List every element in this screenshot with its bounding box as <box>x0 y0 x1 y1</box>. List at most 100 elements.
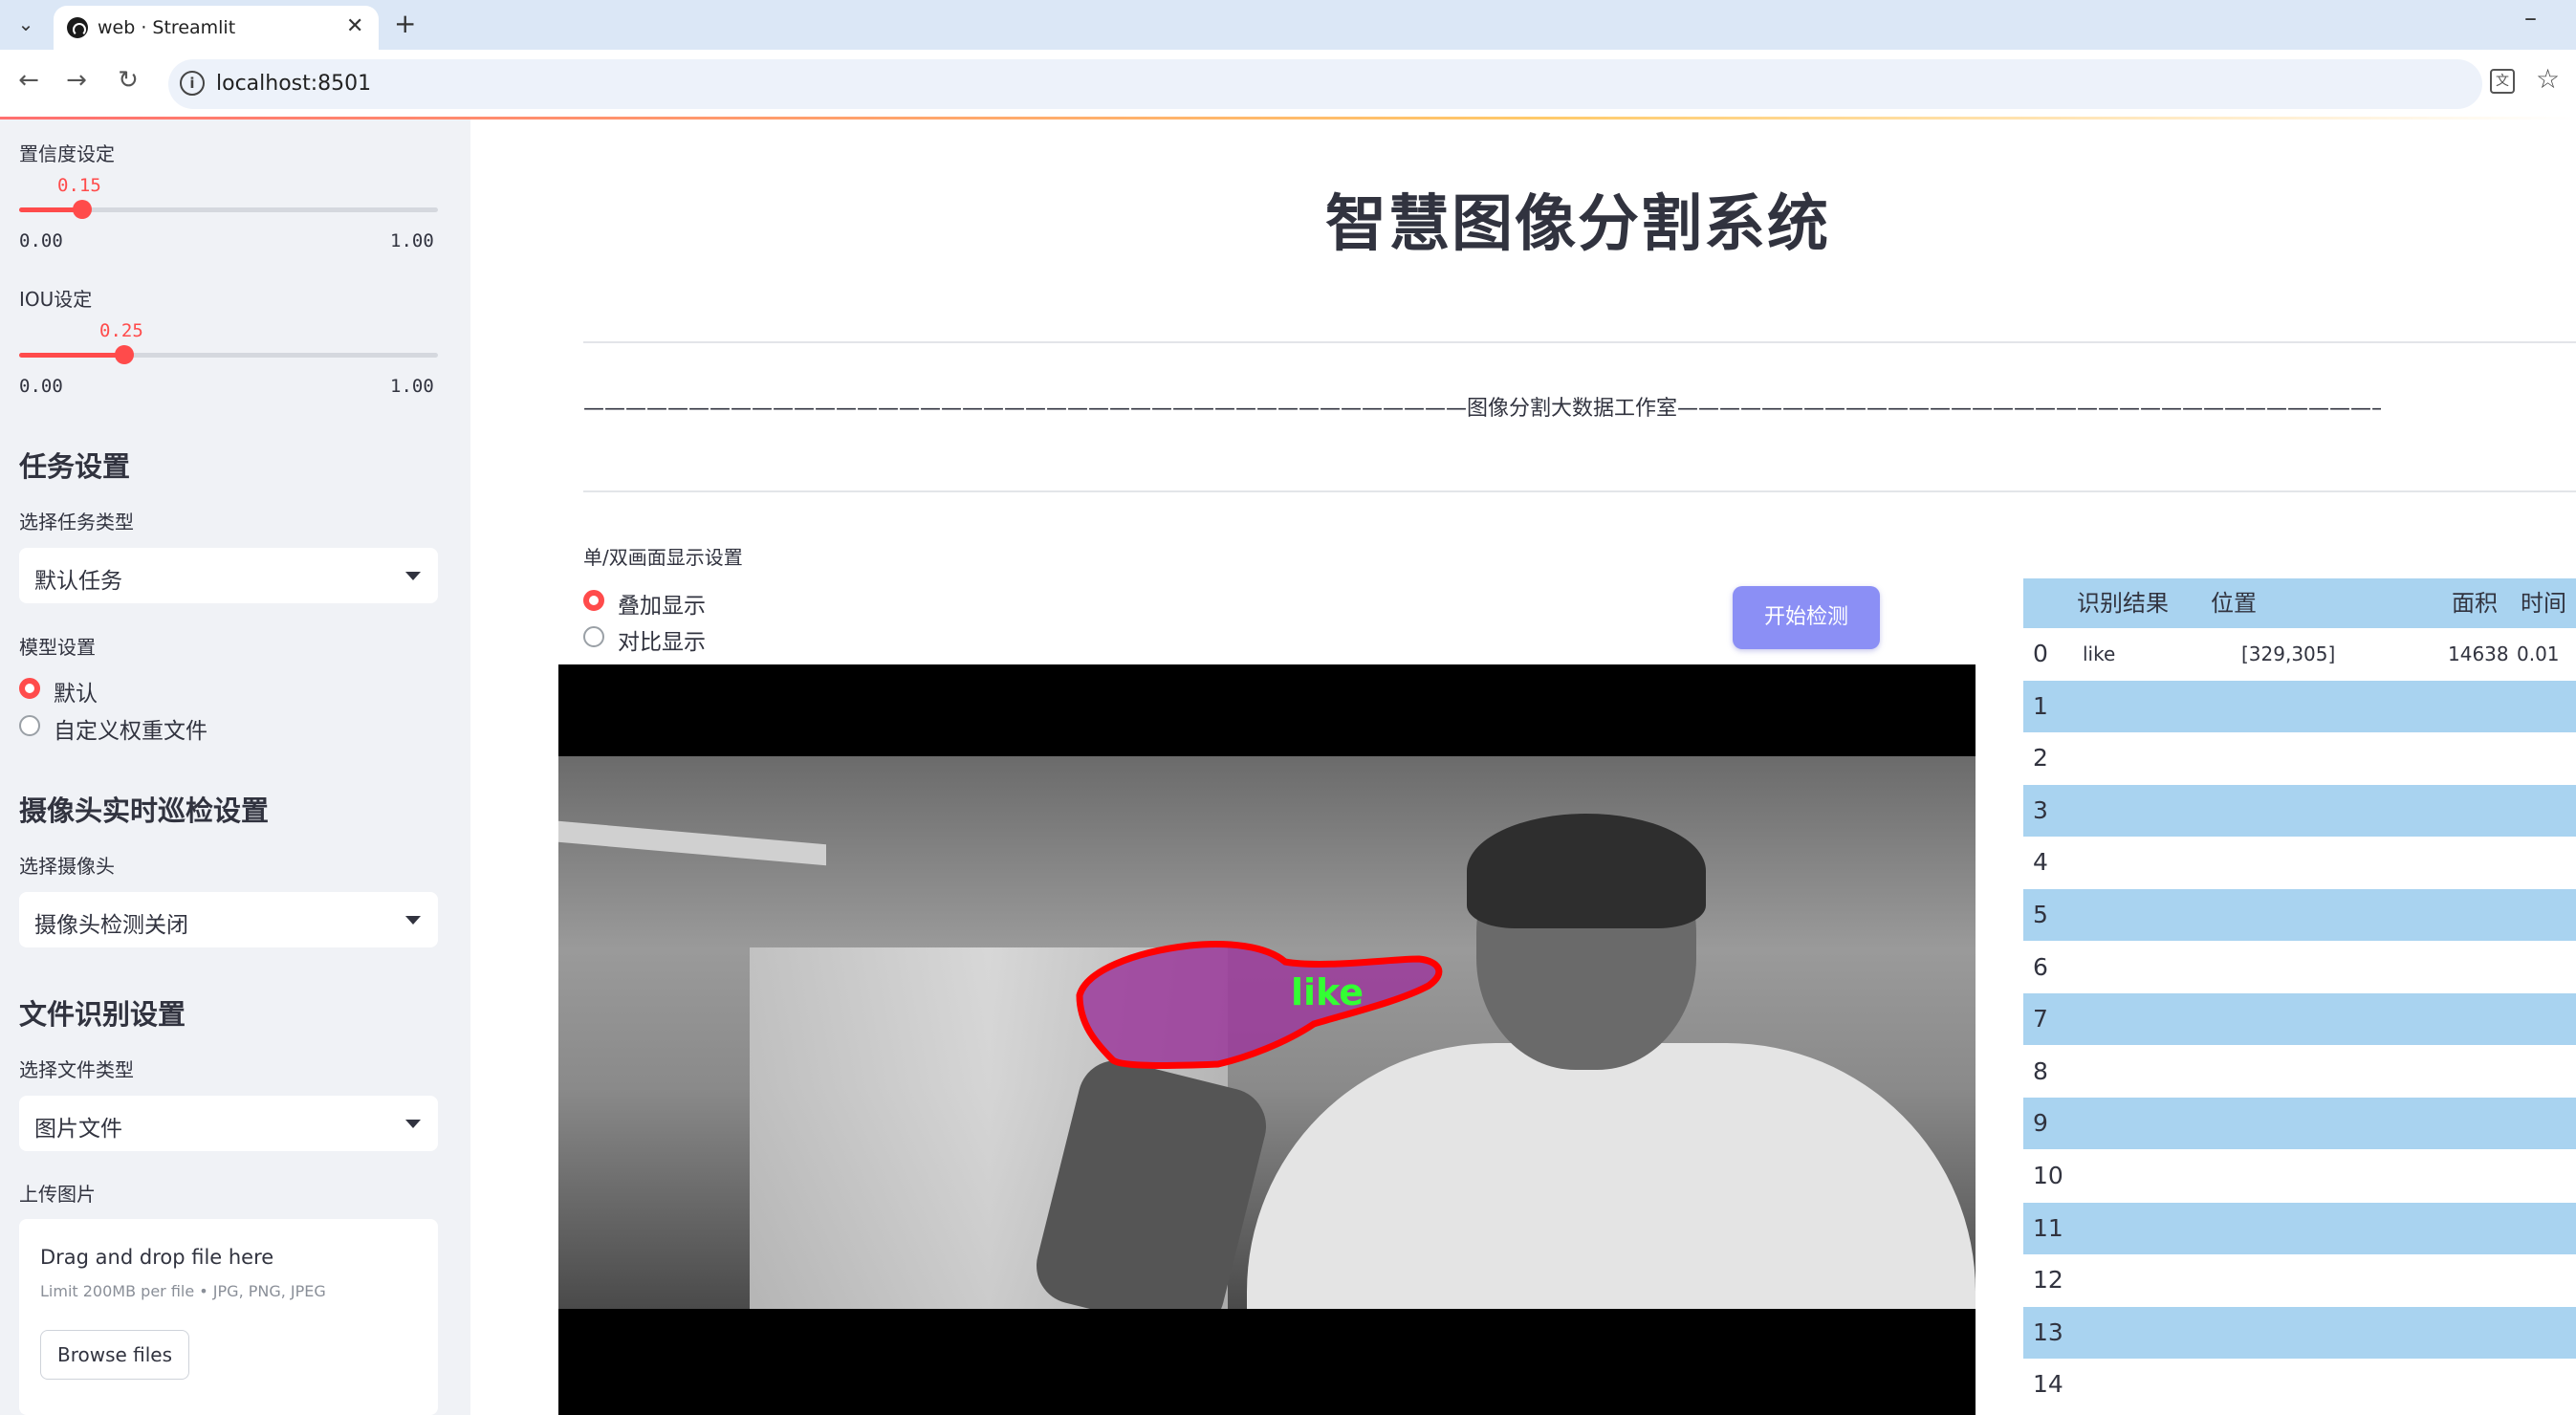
file-type-select[interactable]: 图片文件 <box>19 1096 438 1151</box>
iou-slider[interactable] <box>19 345 438 364</box>
results-table[interactable]: 识别结果 位置 面积 时间 0 like [329,305] 14638 0.01 1 2 3… <box>2023 578 2576 1415</box>
translate-icon[interactable]: 文 <box>2490 69 2515 94</box>
cell-time <box>2509 1150 2576 1202</box>
model-option-label: 自定义权重文件 <box>54 719 207 744</box>
task-type-value: 默认任务 <box>34 569 122 594</box>
cell-result <box>2065 1098 2199 1149</box>
cell-result <box>2065 942 2199 993</box>
display-option-label: 对比显示 <box>618 630 706 655</box>
iou-slider-fill <box>19 353 124 358</box>
cell-area <box>2440 942 2509 993</box>
file-heading: 文件识别设置 <box>19 998 186 1031</box>
table-row[interactable]: 6 <box>2023 941 2576 993</box>
cell-time: 0.01 <box>2517 642 2560 665</box>
iou-value: 0.25 <box>99 320 143 341</box>
table-row[interactable]: 4 <box>2023 837 2576 889</box>
cell-area <box>2440 993 2509 1045</box>
row-index: 2 <box>2033 744 2048 773</box>
browser-tab[interactable]: web · Streamlit ✕ <box>54 6 379 50</box>
cell-time <box>2509 1307 2576 1359</box>
page-title: 智慧图像分割系统 <box>1325 189 1830 260</box>
table-row[interactable]: 10 <box>2023 1150 2576 1202</box>
radio-unselected-icon <box>19 715 40 736</box>
minimize-window-icon[interactable]: – <box>2524 4 2537 33</box>
cell-position <box>2199 942 2440 993</box>
uploader-limit-text: Limit 200MB per file • JPG, PNG, JPEG <box>40 1282 326 1300</box>
detection-class-label: like <box>1291 971 1364 1013</box>
close-tab-icon[interactable]: ✕ <box>346 14 363 38</box>
file-uploader-dropzone[interactable]: Drag and drop file here Limit 200MB per … <box>19 1219 438 1415</box>
url-text[interactable]: localhost:8501 <box>216 72 371 96</box>
tab-title: web · Streamlit <box>98 17 236 38</box>
browse-files-button[interactable]: Browse files <box>40 1330 189 1380</box>
upload-label: 上传图片 <box>19 1183 96 1206</box>
site-info-icon[interactable]: i <box>180 71 205 96</box>
cell-time <box>2509 1203 2576 1254</box>
table-header-area[interactable]: 面积 <box>2440 578 2509 628</box>
table-row[interactable]: 5 <box>2023 889 2576 941</box>
row-index: 5 <box>2033 901 2048 928</box>
cell-position <box>2199 1098 2440 1149</box>
table-row[interactable]: 7 <box>2023 993 2576 1046</box>
table-row[interactable]: 8 <box>2023 1045 2576 1098</box>
table-row[interactable]: 11 <box>2023 1202 2576 1254</box>
cell-area <box>2440 889 2509 941</box>
cell-position <box>2199 1046 2440 1098</box>
start-detection-button[interactable]: 开始检测 <box>1733 586 1880 649</box>
cell-time <box>2509 732 2576 784</box>
reload-icon[interactable]: ↻ <box>111 66 145 95</box>
iou-slider-thumb[interactable] <box>114 345 134 364</box>
cell-position <box>2199 889 2440 941</box>
table-row[interactable]: 3 <box>2023 784 2576 837</box>
sidebar: 置信度设定 0.15 0.00 1.00 IOU设定 0.25 0.00 1.0… <box>0 120 470 1415</box>
cell-position <box>2199 732 2440 784</box>
bookmark-star-icon[interactable]: ☆ <box>2536 63 2560 95</box>
cell-area <box>2440 1307 2509 1359</box>
camera-select[interactable]: 摄像头检测关闭 <box>19 892 438 947</box>
cell-time <box>2509 785 2576 837</box>
model-option-label: 默认 <box>54 682 98 707</box>
row-index: 0 <box>2033 640 2048 667</box>
back-arrow-icon[interactable]: ← <box>11 66 46 95</box>
cell-area <box>2440 1046 2509 1098</box>
confidence-slider[interactable] <box>19 200 438 219</box>
cell-result <box>2065 993 2199 1045</box>
table-row[interactable]: 0 like [329,305] 14638 0.01 <box>2023 628 2576 680</box>
cell-result <box>2065 732 2199 784</box>
tab-search-icon[interactable]: ⌄ <box>10 8 42 40</box>
iou-label: IOU设定 <box>19 288 93 311</box>
cell-area <box>2440 1098 2509 1149</box>
cell-area <box>2440 681 2509 732</box>
row-index: 13 <box>2033 1317 2063 1346</box>
cell-position <box>2199 1254 2440 1306</box>
camera-heading: 摄像头实时巡检设置 <box>19 795 270 827</box>
table-header-position[interactable]: 位置 <box>2199 578 2440 628</box>
table-row[interactable]: 12 <box>2023 1254 2576 1307</box>
table-row[interactable]: 14 <box>2023 1359 2576 1411</box>
address-bar[interactable]: i localhost:8501 <box>168 59 2482 109</box>
cell-result <box>2065 1359 2199 1410</box>
cell-time <box>2509 1254 2576 1306</box>
cell-result <box>2065 1046 2199 1098</box>
row-index: 8 <box>2033 1056 2048 1085</box>
cell-area <box>2440 837 2509 888</box>
new-tab-icon[interactable]: + <box>394 8 416 39</box>
cell-position <box>2199 837 2440 888</box>
cell-result <box>2065 681 2199 732</box>
cell-position <box>2199 993 2440 1045</box>
forward-arrow-icon[interactable]: → <box>59 66 94 95</box>
task-type-select[interactable]: 默认任务 <box>19 548 438 603</box>
table-row[interactable]: 1 <box>2023 680 2576 732</box>
radio-selected-icon <box>19 678 40 699</box>
streamlit-favicon-icon <box>67 17 88 38</box>
table-header-result[interactable]: 识别结果 <box>2065 578 2199 628</box>
radio-selected-icon <box>583 590 604 611</box>
cell-time <box>2509 1046 2576 1098</box>
table-row[interactable]: 13 <box>2023 1306 2576 1359</box>
iou-min: 0.00 <box>19 376 63 397</box>
cell-time <box>2509 837 2576 888</box>
confidence-slider-thumb[interactable] <box>72 200 92 219</box>
table-row[interactable]: 2 <box>2023 732 2576 785</box>
table-header-time[interactable]: 时间 <box>2509 578 2576 628</box>
table-row[interactable]: 9 <box>2023 1098 2576 1150</box>
